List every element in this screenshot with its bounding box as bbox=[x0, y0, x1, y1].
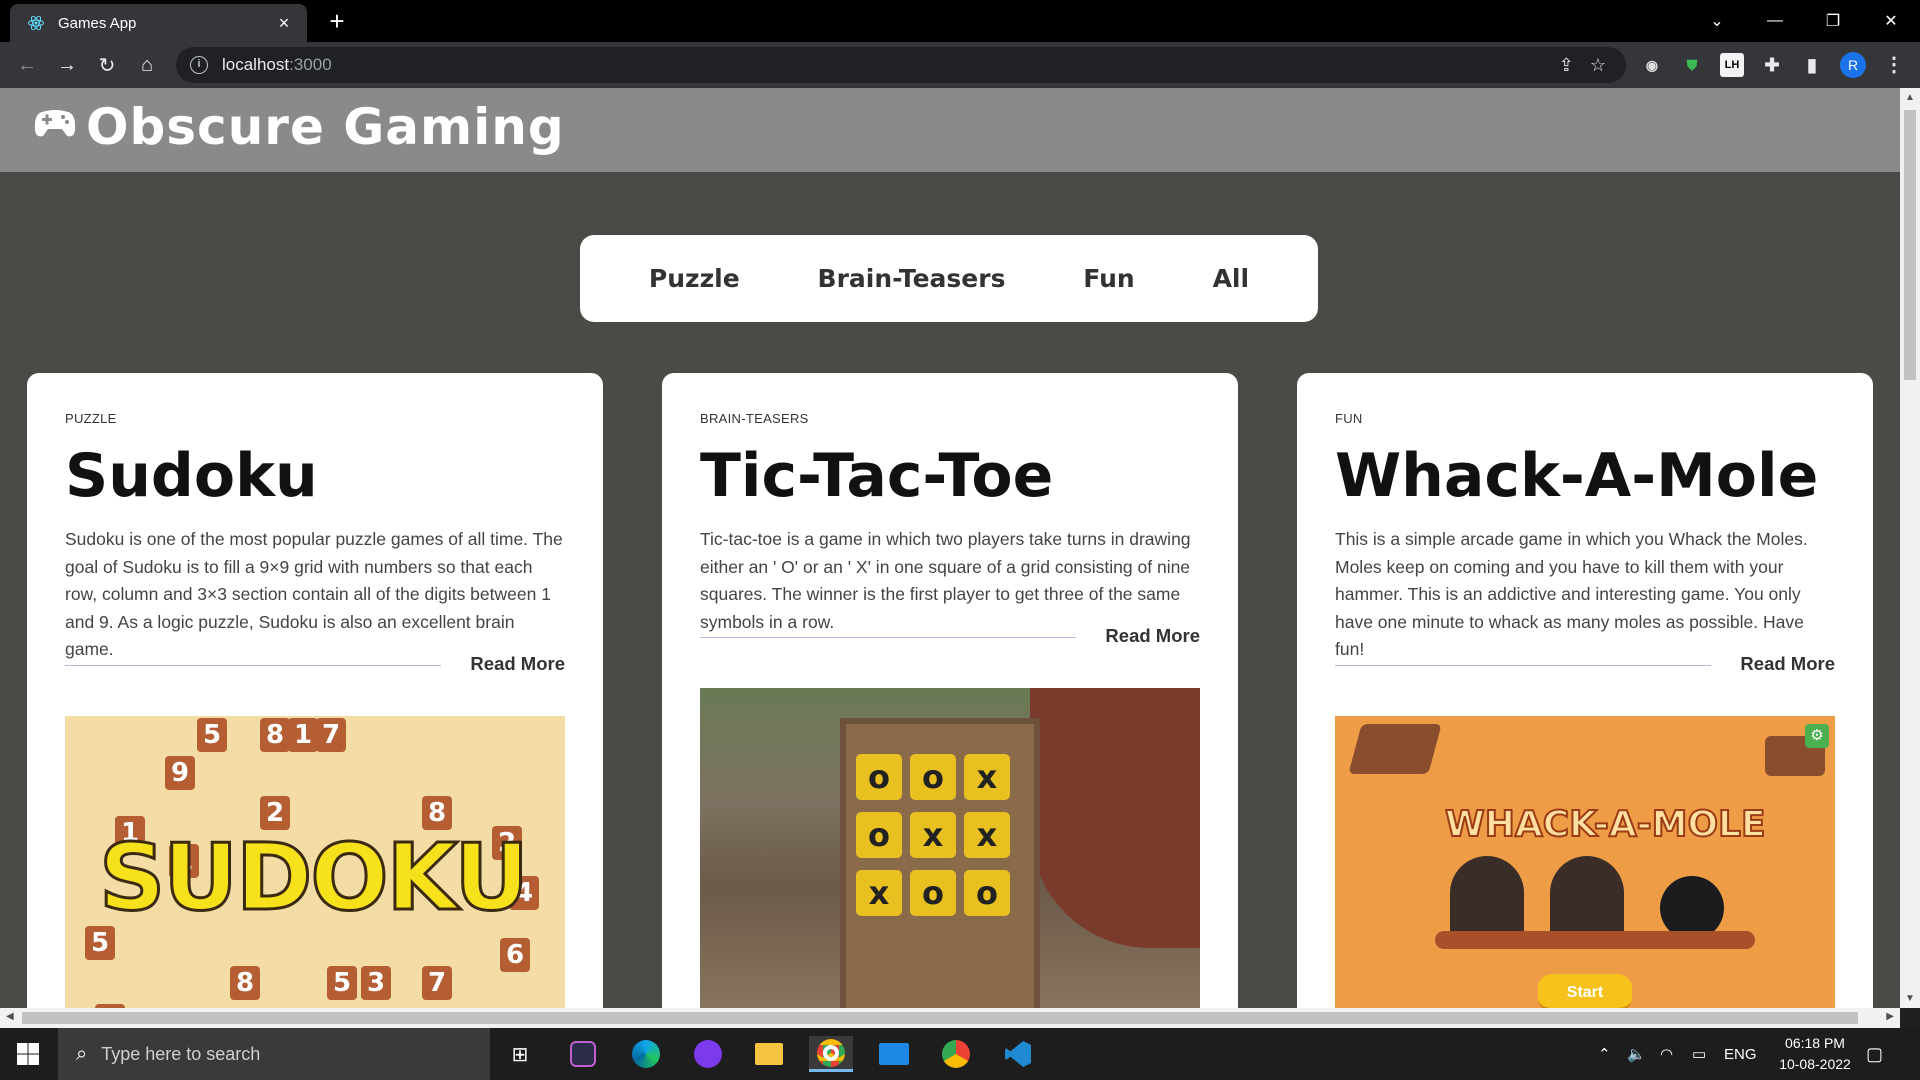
terminal-app-icon[interactable] bbox=[561, 1036, 605, 1072]
windows-start-icon[interactable] bbox=[16, 1042, 40, 1066]
file-explorer-icon[interactable] bbox=[747, 1036, 791, 1072]
page-viewport: Obscure Gaming Puzzle Brain-Teasers Fun … bbox=[0, 88, 1900, 1008]
site-title: Obscure Gaming bbox=[86, 98, 565, 156]
close-window-icon[interactable]: ✕ bbox=[1862, 0, 1920, 42]
vertical-scrollbar[interactable]: ▲ ▼ bbox=[1900, 88, 1920, 1008]
card-title: Whack-A-Mole bbox=[1335, 441, 1819, 511]
card-title: Sudoku bbox=[65, 441, 318, 511]
filter-all-button[interactable]: All bbox=[1213, 264, 1250, 293]
taskbar-search-placeholder: Type here to search bbox=[101, 1043, 261, 1064]
category-filter-bar: Puzzle Brain-Teasers Fun All bbox=[580, 235, 1318, 322]
tab-close-icon[interactable]: × bbox=[275, 13, 293, 34]
extension-face-icon[interactable]: ◉ bbox=[1640, 53, 1664, 77]
clock-date: 10-08-2022 bbox=[1779, 1056, 1851, 1072]
vscode-app-icon[interactable] bbox=[996, 1036, 1040, 1072]
card-description: This is a simple arcade game in which yo… bbox=[1335, 529, 1808, 659]
card-description: Sudoku is one of the most popular puzzle… bbox=[65, 529, 563, 659]
browser-toolbar: ← → ↻ ⌂ i localhost:3000 ⇪ ☆ ◉ ⛊ LH ✚ ▮ bbox=[0, 42, 1920, 88]
side-panel-icon[interactable]: ▮ bbox=[1800, 53, 1824, 77]
battery-icon[interactable]: ▭ bbox=[1692, 1028, 1706, 1080]
sudoku-image: 5 8 1 7 9 2 8 1 2 1 4 6 5 8 5 3 7 7 SUDO… bbox=[65, 716, 565, 1008]
search-icon: ⌕ bbox=[76, 1042, 88, 1065]
site-info-icon[interactable]: i bbox=[190, 56, 208, 74]
game-card-tic-tac-toe: BRAIN-TEASERS Tic-Tac-Toe Tic-tac-toe is… bbox=[662, 373, 1238, 1008]
show-hidden-icons-icon[interactable]: ⌃ bbox=[1598, 1028, 1611, 1080]
horizontal-scrollbar[interactable]: ◀ ▶ bbox=[0, 1008, 1900, 1028]
extensions-puzzle-icon[interactable]: ✚ bbox=[1760, 53, 1784, 77]
home-icon[interactable]: ⌂ bbox=[132, 50, 162, 80]
whack-a-mole-image: ⚙ WHACK-A-MOLE Start bbox=[1335, 716, 1835, 1008]
site-header: Obscure Gaming bbox=[0, 88, 1900, 172]
card-description: Tic-tac-toe is a game in which two playe… bbox=[700, 529, 1191, 632]
scroll-left-arrow-icon[interactable]: ◀ bbox=[6, 1011, 14, 1022]
mail-app-icon[interactable] bbox=[872, 1036, 916, 1072]
read-more-link[interactable]: Read More bbox=[1105, 625, 1200, 647]
new-tab-button[interactable]: + bbox=[322, 6, 352, 36]
network-icon[interactable]: ◠ bbox=[1660, 1028, 1673, 1080]
browser-menu-icon[interactable]: ⋮ bbox=[1884, 52, 1904, 77]
sudoku-logo-text: SUDOKU bbox=[98, 823, 531, 933]
chrome-app-icon[interactable] bbox=[809, 1036, 853, 1072]
restore-icon[interactable]: ❐ bbox=[1804, 0, 1862, 42]
card-divider bbox=[700, 637, 1076, 638]
scroll-down-arrow-icon[interactable]: ▼ bbox=[1900, 993, 1920, 1004]
whack-a-mole-logo-text: WHACK-A-MOLE bbox=[1444, 803, 1767, 846]
lighthouse-extension-icon[interactable]: LH bbox=[1720, 53, 1744, 77]
card-category: PUZZLE bbox=[65, 411, 117, 426]
game-card-sudoku: PUZZLE Sudoku Sudoku is one of the most … bbox=[27, 373, 603, 1008]
horizontal-scroll-thumb[interactable] bbox=[22, 1012, 1858, 1024]
edge-app-icon[interactable] bbox=[624, 1036, 668, 1072]
read-more-link[interactable]: Read More bbox=[470, 653, 565, 675]
gamepad-icon bbox=[34, 110, 76, 137]
bookmark-star-icon[interactable]: ☆ bbox=[1590, 55, 1606, 76]
filter-puzzle-button[interactable]: Puzzle bbox=[649, 264, 740, 293]
taskbar-search-box[interactable]: ⌕ Type here to search bbox=[58, 1028, 490, 1080]
url-port: :3000 bbox=[289, 55, 332, 74]
reload-icon[interactable]: ↻ bbox=[92, 50, 122, 80]
profile-avatar[interactable]: R bbox=[1840, 52, 1866, 78]
card-category: FUN bbox=[1335, 411, 1363, 426]
clock-time: 06:18 PM bbox=[1785, 1035, 1845, 1051]
notifications-icon[interactable]: ▢ bbox=[1866, 1028, 1883, 1080]
volume-icon[interactable]: 🔈 bbox=[1627, 1028, 1646, 1080]
react-icon bbox=[26, 13, 46, 33]
minimize-icon[interactable]: — bbox=[1746, 0, 1804, 42]
scroll-up-arrow-icon[interactable]: ▲ bbox=[1900, 92, 1920, 103]
scroll-right-arrow-icon[interactable]: ▶ bbox=[1886, 1011, 1894, 1022]
task-view-icon[interactable]: ⊞ bbox=[498, 1036, 542, 1072]
browser-tab[interactable]: Games App × bbox=[10, 4, 307, 42]
game-start-button: Start bbox=[1538, 974, 1632, 1008]
filter-fun-button[interactable]: Fun bbox=[1083, 264, 1134, 293]
url-host: localhost bbox=[222, 55, 290, 74]
chrome-profile-app-icon[interactable] bbox=[934, 1036, 978, 1072]
share-icon[interactable]: ⇪ bbox=[1559, 55, 1574, 76]
mole-figure bbox=[1450, 856, 1524, 942]
game-card-whack-a-mole: FUN Whack-A-Mole This is a simple arcade… bbox=[1297, 373, 1873, 1008]
read-more-link[interactable]: Read More bbox=[1740, 653, 1835, 675]
browser-titlebar: Games App × + ⌄ — ❐ ✕ bbox=[0, 0, 1920, 42]
card-divider bbox=[65, 665, 441, 666]
filter-brain-teasers-button[interactable]: Brain-Teasers bbox=[818, 264, 1006, 293]
card-title: Tic-Tac-Toe bbox=[700, 441, 1054, 511]
forward-icon[interactable]: → bbox=[52, 50, 82, 80]
tab-title: Games App bbox=[58, 14, 137, 32]
mole-figure bbox=[1550, 856, 1624, 942]
card-category: BRAIN-TEASERS bbox=[700, 411, 809, 426]
podcast-app-icon[interactable] bbox=[686, 1036, 730, 1072]
tab-search-icon[interactable]: ⌄ bbox=[1688, 0, 1746, 42]
back-icon[interactable]: ← bbox=[12, 50, 42, 80]
card-divider bbox=[1335, 665, 1711, 666]
taskbar-clock[interactable]: 06:18 PM 10-08-2022 bbox=[1760, 1033, 1870, 1075]
windows-taskbar: ⌕ Type here to search ⊞ ⌃ 🔈 ◠ ▭ ENG 06:1… bbox=[0, 1028, 1920, 1080]
language-indicator[interactable]: ENG bbox=[1724, 1028, 1757, 1080]
vertical-scroll-thumb[interactable] bbox=[1904, 110, 1916, 380]
address-bar[interactable]: i localhost:3000 ⇪ ☆ bbox=[176, 47, 1626, 83]
extension-shield-icon[interactable]: ⛊ bbox=[1680, 53, 1704, 77]
settings-gear-icon: ⚙ bbox=[1805, 724, 1829, 748]
tic-tac-toe-image: o o x o x x x o o bbox=[700, 688, 1200, 1008]
